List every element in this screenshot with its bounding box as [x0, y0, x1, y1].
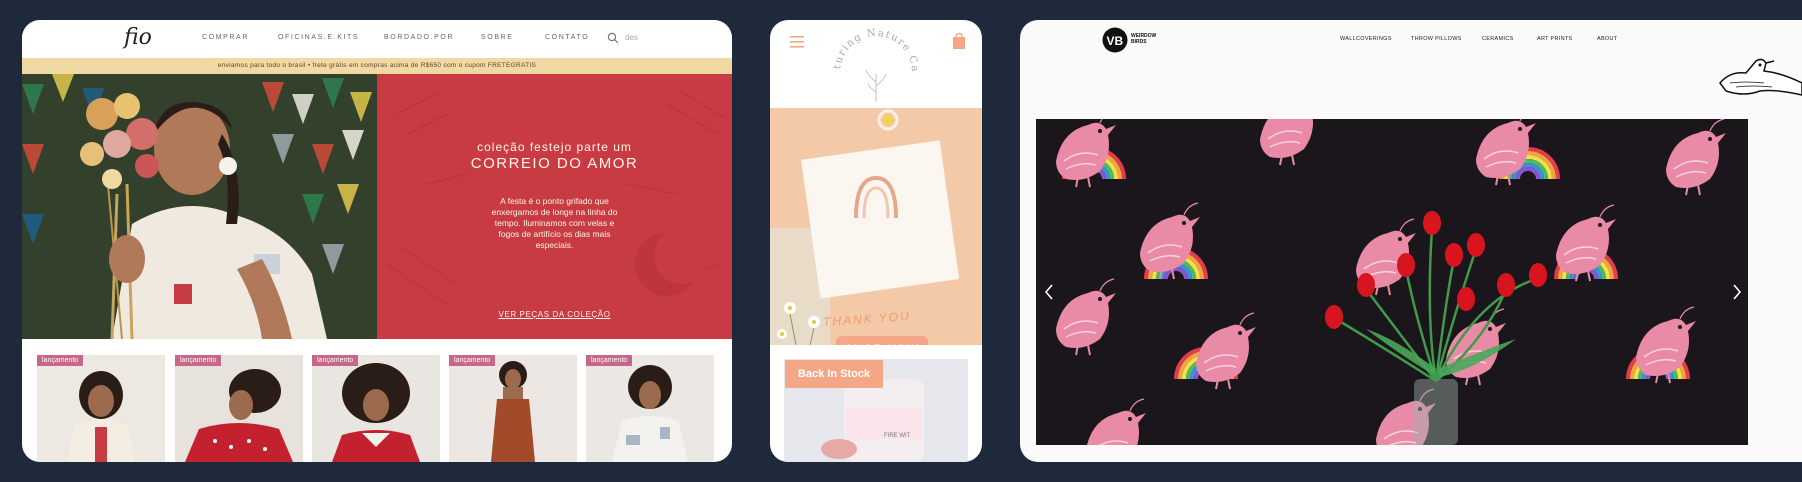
chevron-left-icon[interactable] [1042, 282, 1056, 302]
nav-comprar[interactable]: COMPRAR [202, 34, 249, 41]
back-in-stock-badge[interactable]: Back In Stock [785, 360, 883, 388]
nav-ceramics[interactable]: CERAMICS [1482, 36, 1513, 42]
hero-collection-panel: coleção festejo parte um CORREIO DO AMOR… [377, 74, 732, 339]
view-collection-link[interactable]: VER PEÇAS DA COLEÇÃO [377, 310, 732, 319]
nav-oficinas-e-kits[interactable]: OFICINAS.E.KITS [278, 34, 359, 41]
product-card[interactable]: lançamento [312, 355, 440, 462]
nav-bordado-por[interactable]: BORDADO.POR [384, 34, 454, 41]
brand-name: WEIRDOW BIRDS [1131, 33, 1157, 45]
nav-art-prints[interactable]: ART PRINTS [1537, 36, 1573, 42]
nurturing-nature-website-screenshot: Nurturing Nature Cards [770, 20, 982, 462]
product-card[interactable]: lançamento [449, 355, 577, 462]
chevron-right-icon[interactable] [1730, 282, 1744, 302]
hero-subtitle: coleção festejo parte um [477, 140, 632, 154]
fio-logo[interactable]: fio [124, 25, 180, 53]
product-card[interactable]: lançamento [175, 355, 303, 462]
shipping-banner: enviamos para todo o brasil • frete grát… [22, 58, 732, 74]
hero-wallpaper-slide [1036, 119, 1748, 445]
product-badge: lançamento [312, 355, 359, 366]
nav-wallcoverings[interactable]: WALLCOVERINGS [1340, 36, 1392, 42]
search-input[interactable]: des [625, 33, 638, 42]
svg-text:VB: VB [1107, 34, 1124, 48]
hero-thank-you-card-photo: THANK YOU SHOP NOW [770, 108, 982, 345]
shopping-bag-icon[interactable] [952, 32, 966, 50]
weirdow-birds-logo[interactable]: VB [1102, 27, 1128, 53]
product-badge: lançamento [37, 355, 84, 366]
nav-sobre[interactable]: SOBRE [481, 34, 514, 41]
nav-contato[interactable]: CONTATO [545, 34, 589, 41]
hamburger-menu-icon[interactable] [790, 36, 804, 48]
shop-now-button[interactable]: SHOP NOW [836, 336, 928, 345]
jar-label: FIRE WIT [884, 433, 911, 439]
weirdow-birds-website-screenshot: VB WEIRDOW BIRDS WALLCOVERINGS THROW PIL… [1020, 20, 1802, 462]
product-card[interactable]: lançamento [586, 355, 714, 462]
fio-website-screenshot: fio COMPRAR OFICINAS.E.KITS BORDADO.POR … [22, 20, 732, 462]
search-icon[interactable] [607, 32, 619, 44]
hero-photo-woman-with-flowers [22, 74, 377, 339]
brand-logo[interactable]: Nurturing Nature Cards [830, 26, 922, 108]
top-navigation: fio COMPRAR OFICINAS.E.KITS BORDADO.POR … [22, 20, 732, 58]
bird-illustration-icon [1719, 58, 1802, 96]
product-badge: lançamento [175, 355, 222, 366]
product-card[interactable]: lançamento [37, 355, 165, 462]
brand-name: Nurturing Nature Cards [830, 26, 919, 73]
nav-throw-pillows[interactable]: THROW PILLOWS [1411, 36, 1462, 42]
product-badge: lançamento [449, 355, 496, 366]
hero-title: CORREIO DO AMOR [470, 155, 639, 172]
nav-about[interactable]: ABOUT [1597, 36, 1617, 42]
hero-description: A festa é o ponto grifado que enxergamos… [491, 196, 618, 250]
svg-text:Nurturing Nature Cards: Nurturing Nature Cards [830, 26, 920, 73]
product-badge: lançamento [586, 355, 633, 366]
